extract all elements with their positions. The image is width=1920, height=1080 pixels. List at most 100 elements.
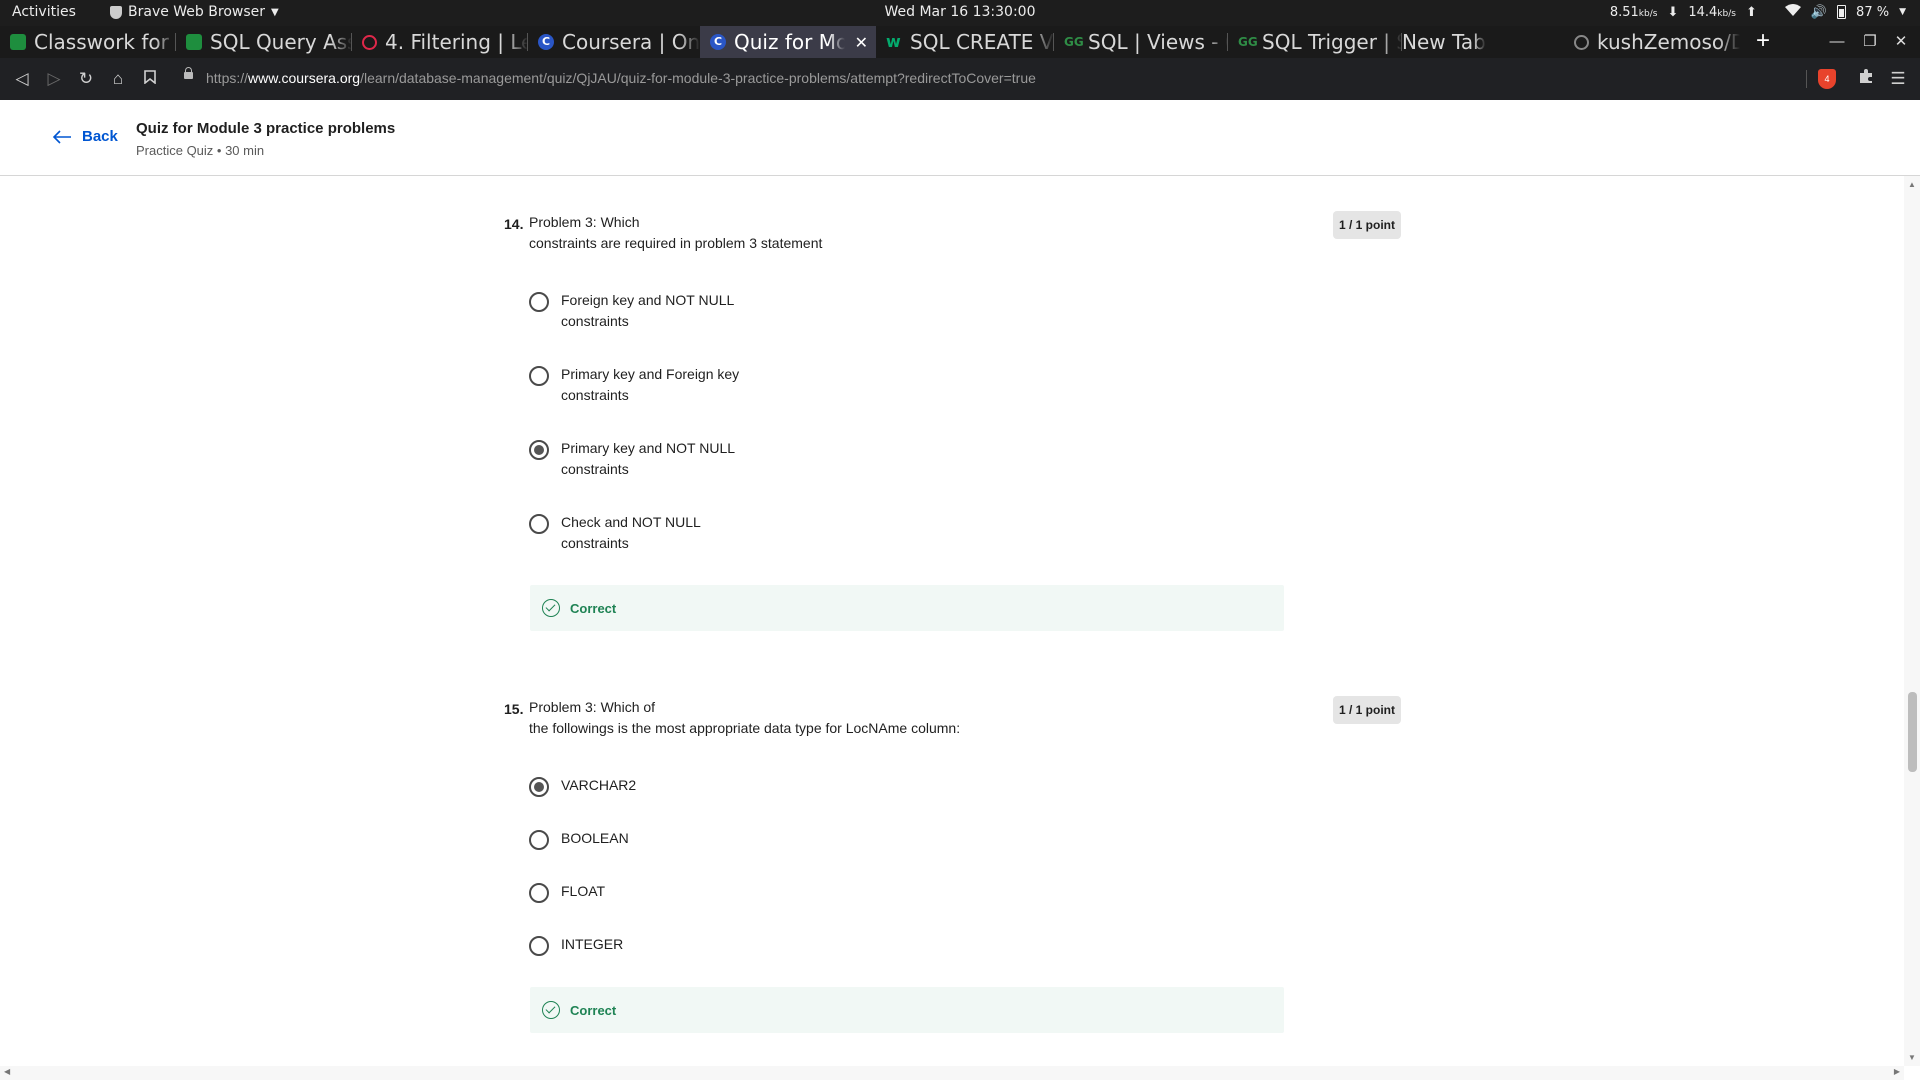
reload-icon[interactable]: ↻ bbox=[74, 67, 98, 91]
caret-down-icon: ▼ bbox=[271, 6, 279, 18]
question-text-line: constraints are required in problem 3 st… bbox=[529, 235, 823, 251]
restore-icon[interactable]: ❐ bbox=[1855, 26, 1885, 58]
app-menu-label: Brave Web Browser bbox=[128, 4, 265, 20]
bookmark-icon[interactable] bbox=[138, 67, 162, 91]
radio-button[interactable] bbox=[529, 936, 549, 956]
hamburger-menu-icon[interactable]: ☰ bbox=[1886, 67, 1910, 91]
toolbar-divider bbox=[1806, 70, 1807, 88]
check-circle-icon bbox=[542, 599, 560, 617]
url-field[interactable]: https://www.coursera.org/learn/database-… bbox=[176, 64, 1796, 94]
option-1[interactable]: Foreign key and NOT NULL constraints bbox=[529, 292, 761, 332]
scrollbar-thumb[interactable] bbox=[1908, 692, 1917, 772]
option-label: FLOAT bbox=[561, 883, 606, 899]
tab-title: SQL | Views - G bbox=[1088, 30, 1228, 54]
tab-sql-trigger[interactable]: GG SQL Trigger | S bbox=[1228, 26, 1402, 58]
tab-filtering[interactable]: 4. Filtering | Le bbox=[352, 26, 528, 58]
tab-classwork[interactable]: Classwork for C bbox=[0, 26, 176, 58]
extensions-puzzle-icon[interactable] bbox=[1854, 67, 1878, 91]
option-label: VARCHAR2 bbox=[561, 777, 637, 793]
brave-shields-icon[interactable]: 4 bbox=[1818, 69, 1836, 89]
tab-title: New Tab bbox=[1402, 30, 1486, 54]
question-text: Problem 3: Which of the followings is th… bbox=[529, 697, 1229, 739]
scroll-right-arrow-icon[interactable]: ▶ bbox=[1894, 1067, 1900, 1076]
tab-github[interactable]: kushZemoso/D bbox=[1564, 26, 1740, 58]
tab-title: SQL CREATE VI bbox=[910, 30, 1054, 54]
tab-title: SQL Trigger | S bbox=[1262, 30, 1402, 54]
tab-new-tab[interactable]: New Tab bbox=[1392, 26, 1564, 58]
forward-arrow-icon[interactable]: ▷ bbox=[42, 67, 66, 91]
question-number: 15. bbox=[504, 701, 524, 717]
tab-coursera[interactable]: C Coursera | Onli bbox=[528, 26, 700, 58]
new-tab-button[interactable]: + bbox=[1748, 26, 1778, 58]
page-title: Quiz for Module 3 practice problems bbox=[136, 120, 396, 137]
radio-button[interactable] bbox=[529, 830, 549, 850]
scroll-down-arrow-icon[interactable]: ▼ bbox=[1908, 1053, 1916, 1062]
url-path: /learn/database-management/quiz/QjJAU/qu… bbox=[360, 70, 1036, 86]
tab-sql-query[interactable]: SQL Query Ass bbox=[176, 26, 352, 58]
activities-button[interactable]: Activities bbox=[12, 4, 76, 20]
option-4[interactable]: INTEGER bbox=[529, 936, 761, 956]
option-3[interactable]: FLOAT bbox=[529, 883, 761, 903]
shield-count: 4 bbox=[1824, 74, 1830, 84]
question-number: 14. bbox=[504, 216, 524, 232]
url-host: www.coursera.org bbox=[248, 70, 361, 86]
horizontal-scrollbar[interactable]: ◀ ▶ bbox=[0, 1066, 1904, 1080]
scroll-left-arrow-icon[interactable]: ◀ bbox=[4, 1067, 10, 1076]
question-text-line: Problem 3: Which of bbox=[529, 699, 656, 715]
radio-button[interactable] bbox=[529, 883, 549, 903]
feedback-correct: Correct bbox=[530, 987, 1284, 1033]
battery-icon bbox=[1837, 5, 1847, 19]
battery-percent: 87 % bbox=[1856, 4, 1890, 20]
scroll-up-arrow-icon[interactable]: ▲ bbox=[1908, 180, 1916, 189]
url-text: https://www.coursera.org/learn/database-… bbox=[206, 70, 1036, 86]
option-1-selected[interactable]: VARCHAR2 bbox=[529, 777, 761, 797]
lock-icon bbox=[184, 67, 193, 79]
home-icon[interactable]: ⌂ bbox=[106, 67, 130, 91]
net-up-speed: 14.4kb/s bbox=[1688, 4, 1736, 20]
points-badge: 1 / 1 point bbox=[1333, 696, 1401, 724]
option-label: Primary key and Foreign key constraints bbox=[561, 366, 740, 403]
vertical-scrollbar[interactable]: ▲ ▼ bbox=[1904, 176, 1920, 1066]
os-top-bar: Activities Brave Web Browser ▼ Wed Mar 1… bbox=[0, 0, 1920, 26]
tab-quiz-active[interactable]: C Quiz for Mo ✕ bbox=[700, 26, 876, 58]
check-circle-icon bbox=[542, 1001, 560, 1019]
brave-lion-icon bbox=[110, 5, 122, 19]
tab-title: Quiz for Mo bbox=[734, 30, 845, 54]
option-label: Primary key and NOT NULL constraints bbox=[561, 440, 736, 477]
system-menu-caret-icon: ▼ bbox=[1899, 7, 1906, 17]
option-4[interactable]: Check and NOT NULL constraints bbox=[529, 514, 761, 554]
tab-title: Coursera | Onli bbox=[562, 30, 700, 54]
tab-title: kushZemoso/D bbox=[1597, 30, 1740, 54]
option-label: Check and NOT NULL constraints bbox=[561, 514, 701, 551]
question-text-line: Problem 3: Which bbox=[529, 214, 640, 230]
app-menu[interactable]: Brave Web Browser ▼ bbox=[110, 4, 279, 20]
close-tab-icon[interactable]: ✕ bbox=[855, 33, 868, 52]
system-tray[interactable]: 8.51kb/s ⬇ 14.4kb/s ⬆ 🔊 87 % ▼ bbox=[1610, 4, 1906, 20]
radio-button-selected[interactable] bbox=[529, 777, 549, 797]
radio-button[interactable] bbox=[529, 366, 549, 386]
feedback-correct: Correct bbox=[530, 585, 1284, 631]
upload-arrow-icon: ⬆ bbox=[1745, 4, 1757, 20]
classroom-icon bbox=[186, 34, 202, 50]
option-label: INTEGER bbox=[561, 936, 624, 952]
option-3-selected[interactable]: Primary key and NOT NULL constraints bbox=[529, 440, 761, 480]
clock[interactable]: Wed Mar 16 13:30:00 bbox=[885, 4, 1036, 20]
radio-button[interactable] bbox=[529, 292, 549, 312]
option-2[interactable]: BOOLEAN bbox=[529, 830, 761, 850]
download-arrow-icon: ⬇ bbox=[1667, 4, 1679, 20]
radio-button-selected[interactable] bbox=[529, 440, 549, 460]
tab-sql-create-view[interactable]: w SQL CREATE VI bbox=[876, 26, 1054, 58]
tab-title: SQL Query Ass bbox=[210, 30, 352, 54]
gfg-icon: GG bbox=[1064, 35, 1084, 49]
tab-sql-views[interactable]: GG SQL | Views - G bbox=[1054, 26, 1228, 58]
back-arrow-icon[interactable]: ◁ bbox=[10, 67, 34, 91]
back-button[interactable]: Back bbox=[52, 128, 118, 145]
radio-button[interactable] bbox=[529, 514, 549, 534]
minimize-icon[interactable]: — bbox=[1822, 26, 1852, 58]
net-up-unit: kb/s bbox=[1717, 8, 1736, 19]
option-label: BOOLEAN bbox=[561, 830, 629, 846]
tab-title: Classwork for C bbox=[34, 30, 176, 54]
option-2[interactable]: Primary key and Foreign key constraints bbox=[529, 366, 761, 406]
back-label: Back bbox=[82, 128, 118, 145]
close-window-icon[interactable]: ✕ bbox=[1886, 26, 1916, 58]
